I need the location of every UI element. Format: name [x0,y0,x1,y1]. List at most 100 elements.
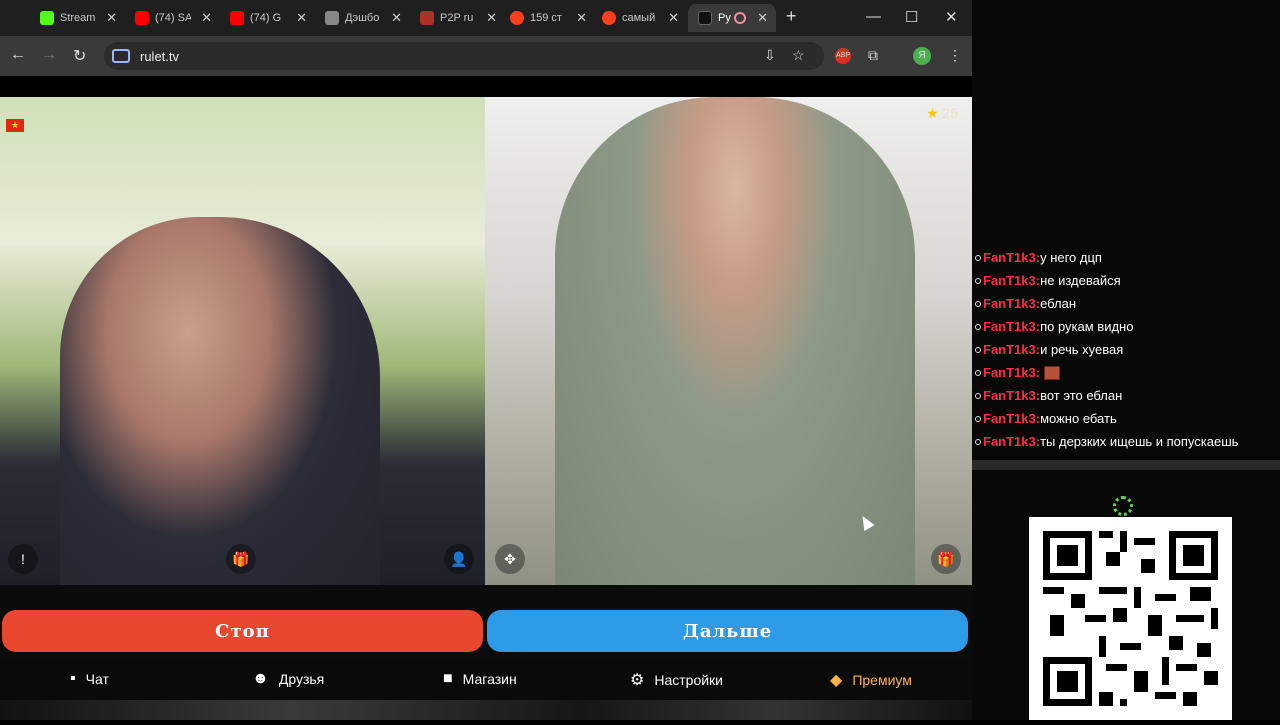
action-bar: Стоп Дальше [0,585,972,660]
chat-message: FanT1k3: не издевайся [972,269,1280,292]
chat-text: ты дерзких ищешь и попускаешь [1040,434,1239,449]
profile-avatar-icon[interactable]: Я [913,47,931,65]
bullet-icon [975,300,981,307]
stop-button[interactable]: Стоп [2,610,483,652]
nav-shop[interactable]: ■ Магазин [443,670,517,688]
chat-text: можно ебать [1040,411,1117,426]
gift-icon[interactable]: 🎁 [931,544,961,574]
tab-1[interactable]: (74) SA ✕ [125,4,220,32]
menu-dots-icon[interactable]: ⋮ [948,47,962,64]
dots-icon [325,11,339,25]
nav-settings-label: Настройки [654,672,723,688]
camera-icon [112,49,130,63]
gear-icon: ⚙ [630,672,645,689]
tab-title: самый [622,12,656,24]
rulet-icon [698,11,712,25]
close-window-icon[interactable]: ✕ [945,8,958,26]
install-icon[interactable]: ⇩ [764,47,776,64]
chat-message: FanT1k3: и речь хуевая [972,338,1280,361]
star-icon: ★ [925,105,939,121]
close-icon[interactable]: ✕ [486,10,497,26]
nav-friends[interactable]: ☻ Друзья [252,670,324,688]
tab-title: (74) G [250,12,282,24]
chat-username: FanT1k3: [983,342,1041,357]
tab-6[interactable]: самый ✕ [592,4,687,32]
kick-icon [40,11,54,25]
chat-input-bar [972,460,1280,470]
bullet-icon [975,254,981,261]
forward-icon[interactable]: → [41,46,57,64]
country-flag-icon: ★ [6,119,24,132]
video-stage: ★ ! 🎁 👤 ★ 25 ✥ 🎁 [0,97,972,585]
gamepad-icon[interactable]: ✥ [495,544,525,574]
minimize-icon[interactable]: — [866,8,881,25]
browser-toolbar: ← → ↻ rulet.tv ⇩ ☆ ABP ⧉ Я ⋮ [0,36,972,76]
chat-message: FanT1k3: можно ебать [972,407,1280,430]
tag-icon: ◆ [830,672,843,689]
chat-message: FanT1k3: у него дцп [972,246,1280,269]
chat-text: и речь хуевая [1040,342,1124,357]
back-icon[interactable]: ← [10,46,26,64]
chat-spacer [972,236,1280,246]
close-icon[interactable]: ✕ [106,10,117,26]
maximize-icon[interactable]: ☐ [905,8,918,26]
recording-icon [734,12,746,24]
close-icon[interactable]: ✕ [757,10,768,26]
chat-text: вот это еблан [1040,388,1123,403]
self-figure [555,97,915,585]
chat-text: еблан [1040,296,1077,311]
chat-message: FanT1k3: вот это еблан [972,384,1280,407]
chat-overlay: FanT1k3: у него дцп FanT1k3: не издевайся … [972,236,1280,460]
bottom-nav: ▪ Чат ☻ Друзья ■ Магазин ⚙ Настройки ◆ П… [0,660,972,700]
report-icon[interactable]: ! [8,544,38,574]
adblock-icon[interactable]: ABP [835,48,851,64]
yandex-icon [510,11,524,25]
tab-4[interactable]: P2P ru ✕ [410,4,505,32]
chat-username: FanT1k3: [983,296,1041,311]
close-icon[interactable]: ✕ [296,10,307,26]
close-icon[interactable]: ✕ [668,10,679,26]
bullet-icon [975,415,981,422]
tab-7-active[interactable]: Ру ✕ [688,4,776,32]
address-bar[interactable]: rulet.tv [104,42,824,70]
add-friend-icon[interactable]: 👤 [444,544,474,574]
tab-title: (74) SA [155,12,191,24]
chat-username: FanT1k3: [983,411,1041,426]
nav-settings[interactable]: ⚙ Настройки [630,670,723,690]
youtube-icon [230,11,244,25]
bullet-icon [975,323,981,330]
score-counter: ★ 25 [926,105,958,122]
tab-strip: Stream ✕ (74) SA ✕ (74) G ✕ Дэшбо ✕ P2P … [0,0,972,36]
tab-3[interactable]: Дэшбо ✕ [315,4,410,32]
nav-chat-label: Чат [85,671,109,687]
tab-0[interactable]: Stream ✕ [30,4,125,32]
nav-chat[interactable]: ▪ Чат [70,670,109,688]
qr-code [1029,517,1232,720]
bullet-icon [975,438,981,445]
tab-title: Stream [60,12,96,24]
extensions-icon[interactable]: ⧉ [868,47,878,64]
chat-username: FanT1k3: [983,250,1041,265]
reload-icon[interactable]: ↻ [73,46,86,66]
chat-text: по рукам видно [1040,319,1134,334]
nav-friends-label: Друзья [278,671,325,687]
chat-bubble-icon: ▪ [70,670,76,687]
chat-text: у него дцп [1040,250,1102,265]
close-icon[interactable]: ✕ [201,10,212,26]
tab-5[interactable]: 159 ст ✕ [500,4,595,32]
tab-title: P2P ru [440,12,474,24]
url-text: rulet.tv [140,48,180,64]
qr-code-image [1029,517,1232,720]
chat-text: не издевайся [1040,273,1121,288]
nav-premium[interactable]: ◆ Премиум [830,670,912,690]
close-icon[interactable]: ✕ [576,10,587,26]
chat-username: FanT1k3: [983,434,1041,449]
close-icon[interactable]: ✕ [391,10,402,26]
gift-icon[interactable]: 🎁 [226,544,256,574]
tab-2[interactable]: (74) G ✕ [220,4,315,32]
new-tab-button[interactable]: + [786,6,797,27]
bookmark-star-icon[interactable]: ☆ [792,47,805,64]
next-button[interactable]: Дальше [487,610,968,652]
emote-icon [1044,365,1061,380]
self-video: ★ 25 ✥ 🎁 [485,97,972,585]
